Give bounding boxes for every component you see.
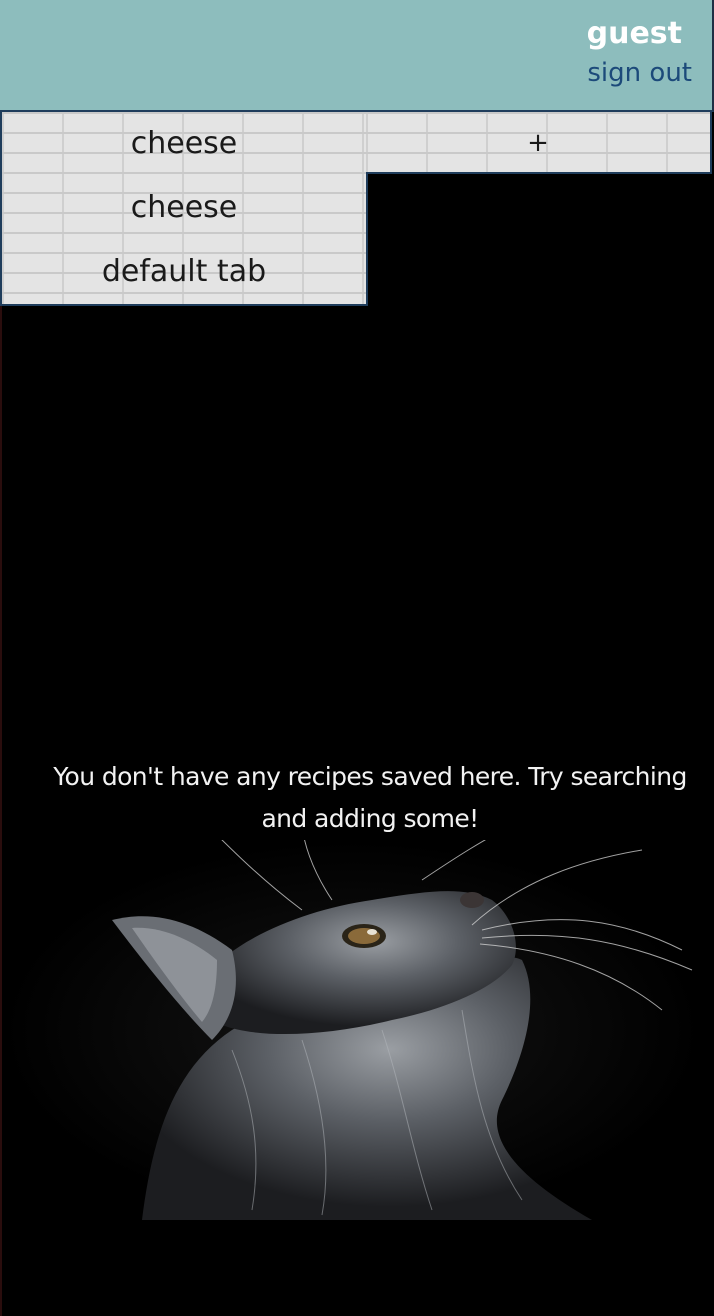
top-header: guest sign out	[0, 0, 714, 112]
tab-cheese-1[interactable]: cheese	[2, 126, 366, 161]
tab-cheese-2[interactable]: cheese	[2, 190, 366, 225]
add-tab-button[interactable]: +	[366, 112, 712, 174]
tab-list: cheese cheese default tab	[0, 112, 368, 306]
empty-recipes-message: You don't have any recipes saved here. T…	[53, 762, 687, 833]
username-label: guest	[586, 16, 682, 51]
tab-default[interactable]: default tab	[2, 254, 366, 289]
sign-out-link[interactable]: sign out	[587, 58, 692, 88]
cat-illustration	[2, 840, 702, 1220]
app-page: guest sign out cheese cheese default tab…	[0, 0, 714, 1316]
